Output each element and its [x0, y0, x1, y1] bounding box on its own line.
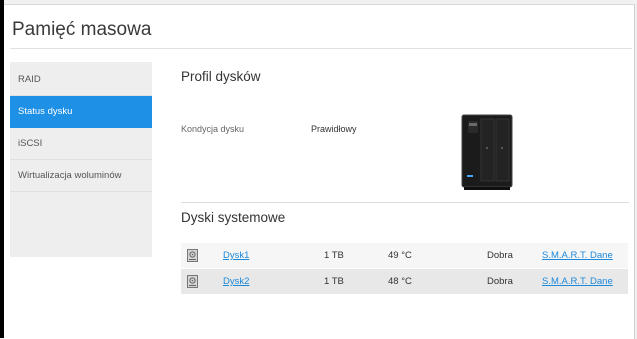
nas-device-image — [459, 113, 517, 191]
disk-status: Dobra — [487, 250, 513, 261]
disk-name-link[interactable]: Dysk2 — [223, 269, 249, 294]
condition-value: Prawidłowy — [311, 124, 357, 134]
table-row: Dysk1 1 TB 49 °C Dobra S.M.A.R.T. Dane — [181, 243, 628, 268]
section-divider — [181, 202, 629, 203]
disk-icon — [187, 249, 198, 262]
disk-temperature: 48 °C — [388, 276, 412, 287]
condition-label: Kondycja dysku — [181, 124, 245, 134]
disk-size: 1 TB — [324, 250, 344, 261]
sidebar: RAID Status dysku iSCSI Wirtualizacja wo… — [10, 62, 152, 257]
disk-size: 1 TB — [324, 276, 344, 287]
sidebar-item-volume-virtualization[interactable]: Wirtualizacja woluminów — [10, 160, 152, 192]
smart-data-link[interactable]: S.M.A.R.T. Dane — [542, 243, 613, 268]
disk-name-link[interactable]: Dysk1 — [223, 243, 249, 268]
table-row: Dysk2 1 TB 48 °C Dobra S.M.A.R.T. Dane — [181, 269, 628, 294]
system-disks-title: Dyski systemowe — [181, 210, 286, 225]
title-divider — [10, 48, 632, 49]
page-title: Pamięć masowa — [12, 19, 152, 40]
disk-status: Dobra — [487, 276, 513, 287]
sidebar-item-disk-status[interactable]: Status dysku — [10, 96, 152, 128]
disk-temperature: 49 °C — [388, 250, 412, 261]
sidebar-item-raid[interactable]: RAID — [10, 64, 152, 96]
smart-data-link[interactable]: S.M.A.R.T. Dane — [542, 269, 613, 294]
sidebar-item-iscsi[interactable]: iSCSI — [10, 128, 152, 160]
disk-icon — [187, 275, 198, 288]
profile-section-title: Profil dysków — [181, 69, 261, 84]
